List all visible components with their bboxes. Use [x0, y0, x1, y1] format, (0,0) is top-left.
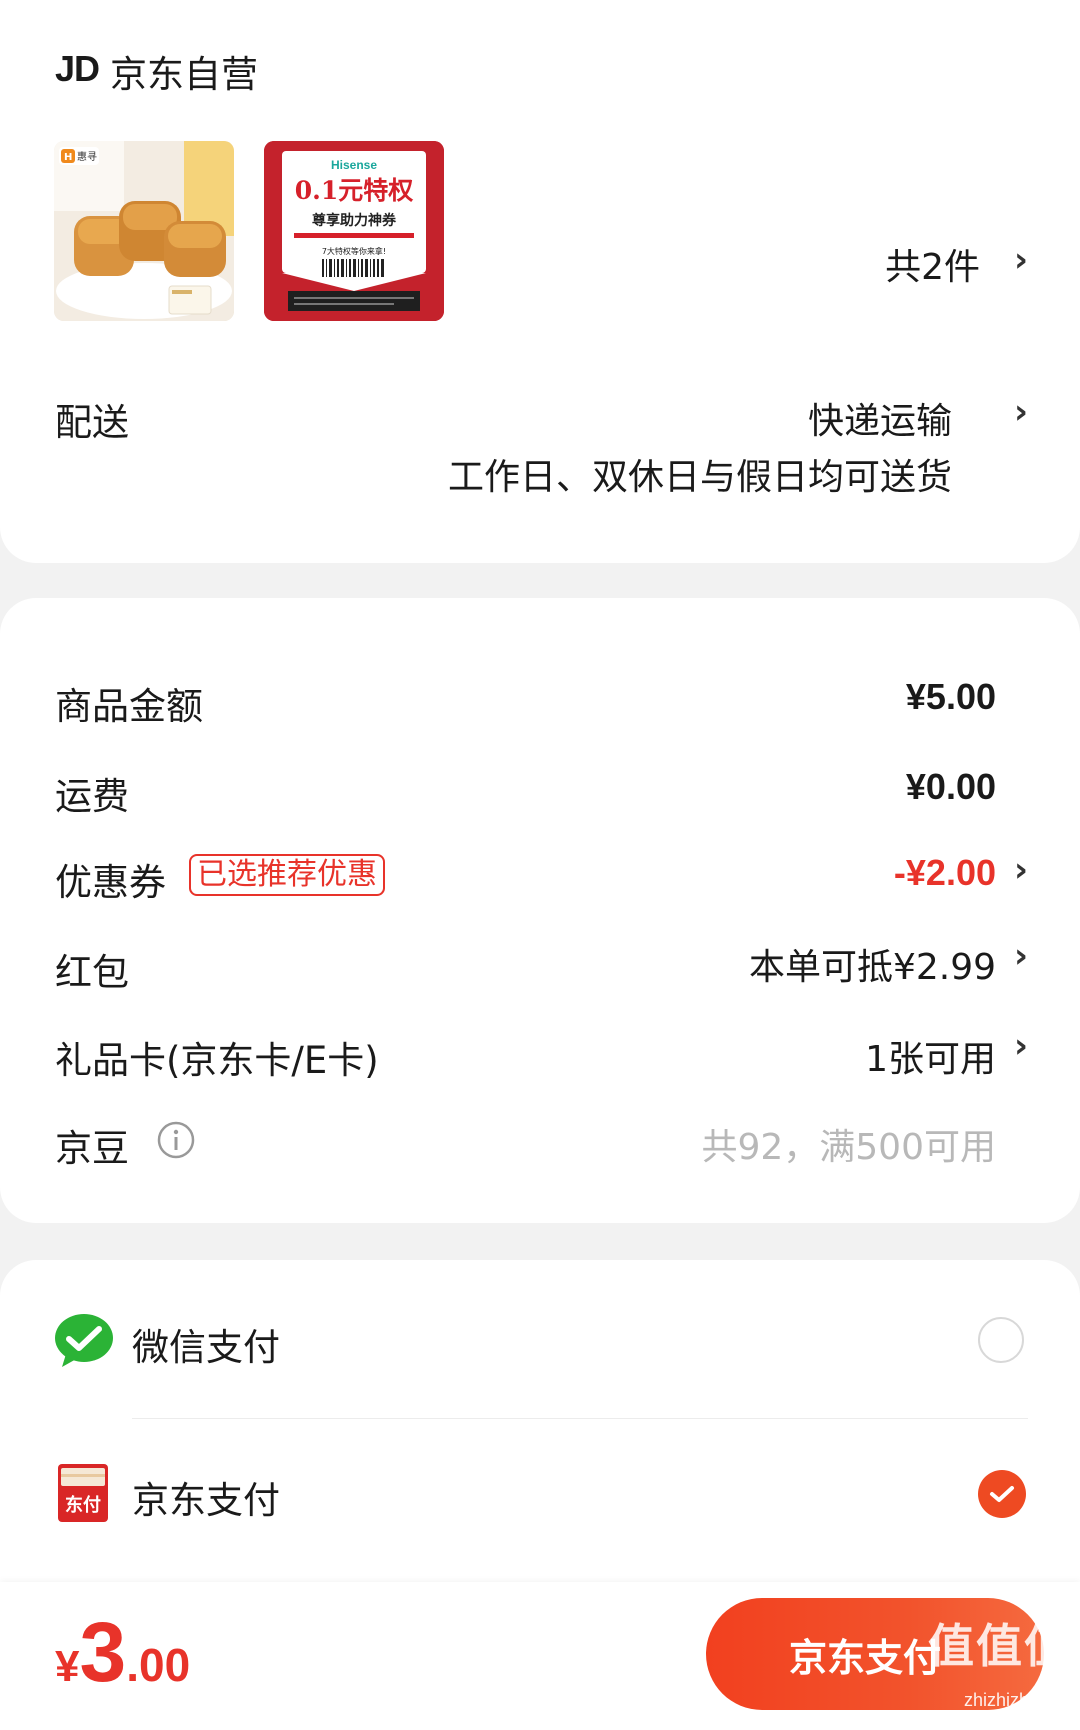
checkout-bar: ¥3.00 京东支付 值值值 zhizhizhi.com [0, 1582, 1080, 1730]
order-card: JD 京东自营 H 惠寻 Hisense 0.1元特权 尊享助力神券 7大特权等… [0, 0, 1080, 563]
total-decimal: .00 [126, 1639, 191, 1691]
coupon-recommended-tag: 已选推荐优惠 [189, 854, 385, 896]
shipping-value: ¥0.00 [905, 766, 996, 807]
chevron-right-icon[interactable]: › [1014, 240, 1028, 280]
goods-amount-value: ¥5.00 [905, 676, 996, 717]
wechat-pay-radio[interactable] [978, 1317, 1024, 1363]
jd-pay-icon-text: 东付 [65, 1494, 101, 1516]
checkmark-icon [990, 1486, 1014, 1502]
total-integer: 3 [79, 1605, 127, 1699]
chevron-right-icon[interactable]: › [1014, 850, 1028, 890]
watermark-url: zhizhizhi.com [963, 1690, 1072, 1710]
coupon-label: 优惠券 [55, 861, 166, 904]
goods-amount-label: 商品金额 [55, 685, 203, 728]
watermark-logo: 值值值 [928, 1620, 1072, 1672]
payment-option-wechat[interactable]: 微信支付 [0, 1260, 1080, 1410]
coupon-value[interactable]: -¥2.00 [894, 852, 996, 894]
delivery-method[interactable]: 快递运输 [808, 392, 952, 444]
chevron-right-icon[interactable]: › [1014, 392, 1028, 432]
info-icon[interactable] [156, 1120, 196, 1160]
pay-button-label: 京东支付 [788, 1635, 941, 1680]
delivery-label: 配送 [55, 401, 129, 444]
gift-card-value[interactable]: 1张可用 [865, 1030, 996, 1082]
chevron-right-icon[interactable]: › [1014, 936, 1028, 976]
wechat-pay-icon [54, 1312, 114, 1368]
red-packet-label: 红包 [55, 951, 129, 994]
order-total: ¥3.00 [55, 1604, 190, 1701]
jd-pay-label: 京东支付 [132, 1479, 280, 1522]
jd-pay-radio-checked[interactable] [978, 1470, 1026, 1518]
svg-text:H: H [64, 152, 72, 163]
jd-beans-label: 京豆 [55, 1127, 129, 1170]
divider [132, 1418, 1028, 1419]
jd-beans-value: 共92，满500可用 [701, 1127, 996, 1168]
coupon-subline: 尊享助力神券 [312, 212, 397, 229]
payment-option-jd[interactable]: 东付 京东支付 [0, 1420, 1080, 1570]
bread-badge-text: 惠寻 [77, 150, 97, 163]
product-thumb-coupon[interactable]: Hisense 0.1元特权 尊享助力神券 7大特权等你来拿! [264, 141, 444, 321]
coupon-headline: 0.1元特权 [295, 176, 414, 205]
item-count[interactable]: 共2件 [885, 238, 980, 290]
coupon-note: 7大特权等你来拿! [322, 246, 386, 256]
wechat-pay-label: 微信支付 [132, 1326, 280, 1369]
jd-logo: JD [55, 48, 100, 89]
shop-name: 京东自营 [110, 53, 258, 96]
red-packet-value[interactable]: 本单可抵¥2.99 [749, 938, 996, 990]
product-thumb-bread[interactable]: H 惠寻 [54, 141, 234, 321]
coupon-image: Hisense 0.1元特权 尊享助力神券 7大特权等你来拿! [264, 141, 444, 321]
shipping-label: 运费 [55, 775, 129, 818]
price-card: 商品金额 ¥5.00 运费 ¥0.00 优惠券 已选推荐优惠 -¥2.00 › … [0, 598, 1080, 1223]
coupon-brand: Hisense [331, 158, 377, 172]
total-currency: ¥ [55, 1642, 80, 1691]
bread-image: H 惠寻 [54, 141, 234, 321]
jd-pay-icon: 东付 [58, 1464, 108, 1522]
gift-card-label: 礼品卡(京东卡/E卡) [55, 1039, 379, 1082]
delivery-schedule: 工作日、双休日与假日均可送货 [447, 457, 952, 498]
chevron-right-icon[interactable]: › [1014, 1026, 1028, 1066]
